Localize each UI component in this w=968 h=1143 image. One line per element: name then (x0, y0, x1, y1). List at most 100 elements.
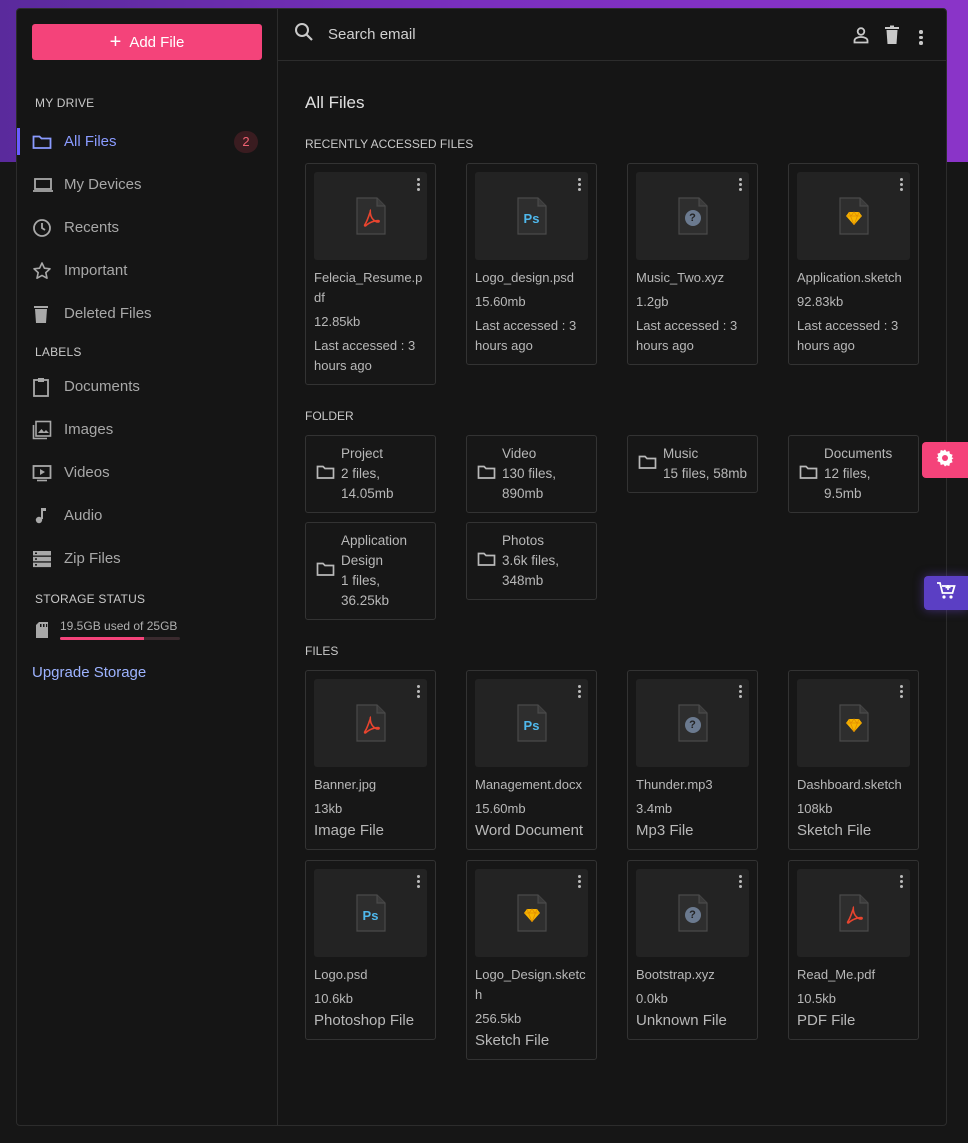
sidebar-item-my-devices[interactable]: My Devices (32, 163, 262, 206)
sidebar-item-all-files[interactable]: All Files 2 (17, 120, 262, 163)
file-size: 15.60mb (475, 801, 526, 816)
plus-icon: + (109, 31, 122, 53)
psd-file-icon: Ps (355, 894, 386, 932)
more-vertical-icon[interactable] (914, 30, 928, 45)
search-input[interactable] (328, 26, 708, 43)
file-card[interactable]: Felecia_Resume.pdf 12.85kb Last accessed :… (305, 163, 436, 385)
folder-icon (799, 464, 818, 485)
file-card[interactable]: ? Bootstrap.xyz 0.0kb Unknown File (627, 860, 758, 1040)
more-vertical-icon[interactable] (898, 176, 904, 193)
storage-heading: STORAGE STATUS (35, 592, 146, 606)
folder-name: Project (341, 446, 384, 461)
more-vertical-icon[interactable] (898, 873, 904, 890)
more-vertical-icon[interactable] (415, 176, 421, 193)
labels-heading: LABELS (35, 345, 82, 359)
sidebar-item-deleted-files[interactable]: Deleted Files (32, 292, 262, 335)
main-panel: All Files RECENTLY ACCESSED FILES Feleci… (278, 9, 946, 1125)
sidebar-item-images[interactable]: Images (32, 408, 262, 451)
files-heading: FILES (305, 644, 339, 658)
sketch-file-icon (838, 197, 869, 235)
more-vertical-icon[interactable] (415, 873, 421, 890)
storage-progress (60, 637, 180, 640)
file-type: Sketch File (797, 822, 872, 839)
file-card[interactable]: Application.sketch 92.83kb Last accessed :… (788, 163, 919, 365)
folder-heading: FOLDER (305, 409, 354, 423)
folder-icon (316, 561, 335, 582)
file-thumbnail (797, 869, 910, 957)
file-type: Image File (314, 822, 385, 839)
file-thumbnail (475, 869, 588, 957)
folder-meta: 130 files, 890mb (502, 466, 557, 501)
more-vertical-icon[interactable] (576, 873, 582, 890)
images-icon (32, 420, 64, 440)
file-card[interactable]: Logo_Design.sketch 256.5kb Sketch File (466, 860, 597, 1060)
laptop-icon (32, 177, 64, 193)
sidebar-item-label: Audio (64, 507, 103, 524)
more-vertical-icon[interactable] (898, 683, 904, 700)
folder-card[interactable]: Music 15 files, 58mb (627, 435, 758, 493)
topbar-actions (852, 25, 928, 50)
clock-icon (32, 218, 64, 238)
file-card[interactable]: Banner.jpg 13kb Image File (305, 670, 436, 850)
folder-icon (477, 551, 496, 572)
file-size: 3.4mb (636, 801, 673, 816)
file-card[interactable]: Ps Management.docx 15.60mb Word Document (466, 670, 597, 850)
sidebar-item-videos[interactable]: Videos (32, 451, 262, 494)
folder-card[interactable]: Video 130 files, 890mb (466, 435, 597, 513)
sidebar-item-recents[interactable]: Recents (32, 206, 262, 249)
file-size: 15.60mb (475, 294, 526, 309)
sidebar-item-documents[interactable]: Documents (32, 365, 262, 408)
pdf-file-icon (838, 894, 869, 932)
more-vertical-icon[interactable] (737, 873, 743, 890)
file-manager-app: + Add File MY DRIVE All Files 2 My Devic… (16, 8, 947, 1126)
file-thumbnail: ? (636, 679, 749, 767)
upgrade-storage-link[interactable]: Upgrade Storage (32, 664, 262, 681)
add-file-button[interactable]: + Add File (32, 24, 262, 60)
sidebar-item-important[interactable]: Important (32, 249, 262, 292)
storage-used-text: 19.5GB used of 25GB (60, 619, 178, 633)
search-icon[interactable] (294, 22, 314, 47)
my-drive-heading: MY DRIVE (35, 96, 95, 110)
sidebar-item-zip-files[interactable]: Zip Files (32, 537, 262, 580)
file-name: Read_Me.pdf (797, 967, 876, 982)
file-name: Music_Two.xyz (636, 270, 725, 285)
storage-progress-fill (60, 637, 144, 640)
file-card[interactable]: Dashboard.sketch 108kb Sketch File (788, 670, 919, 850)
trash-icon[interactable] (883, 25, 901, 50)
more-vertical-icon[interactable] (415, 683, 421, 700)
folder-card[interactable]: Documents 12 files, 9.5mb (788, 435, 919, 513)
folder-card[interactable]: Photos 3.6k files, 348mb (466, 522, 597, 600)
file-name: Bootstrap.xyz (636, 967, 715, 982)
unknown-file-icon: ? (677, 894, 708, 932)
recent-files-grid: Felecia_Resume.pdf 12.85kb Last accessed :… (305, 163, 946, 385)
sidebar-item-label: Deleted Files (64, 305, 152, 322)
user-icon[interactable] (852, 26, 870, 49)
file-type: Mp3 File (636, 822, 694, 839)
file-card[interactable]: ? Music_Two.xyz 1.2gb Last accessed : 3 hou… (627, 163, 758, 365)
file-thumbnail: ? (636, 172, 749, 260)
settings-button[interactable] (922, 442, 968, 478)
more-vertical-icon[interactable] (737, 176, 743, 193)
unknown-file-icon: ? (677, 704, 708, 742)
clipboard-icon (32, 377, 64, 397)
file-type: PDF File (797, 1012, 856, 1029)
folder-card[interactable]: Application Design 1 files, 36.25kb (305, 522, 436, 620)
more-vertical-icon[interactable] (576, 176, 582, 193)
sidebar-item-label: Videos (64, 464, 110, 481)
file-card[interactable]: Ps Logo_design.psd 15.60mb Last accessed : … (466, 163, 597, 365)
folder-card[interactable]: Project 2 files, 14.05mb (305, 435, 436, 513)
sidebar-item-audio[interactable]: Audio (32, 494, 262, 537)
more-vertical-icon[interactable] (576, 683, 582, 700)
sidebar-item-label: My Devices (64, 176, 142, 193)
file-card[interactable]: Read_Me.pdf 10.5kb PDF File (788, 860, 919, 1040)
file-card[interactable]: Ps Logo.psd 10.6kb Photoshop File (305, 860, 436, 1040)
psd-file-icon: Ps (516, 197, 547, 235)
gear-icon (935, 448, 955, 473)
cart-button[interactable] (924, 576, 968, 610)
file-name: Banner.jpg (314, 777, 377, 792)
folder-meta: 12 files, 9.5mb (824, 466, 871, 501)
more-vertical-icon[interactable] (737, 683, 743, 700)
folder-icon (32, 134, 64, 150)
file-card[interactable]: ? Thunder.mp3 3.4mb Mp3 File (627, 670, 758, 850)
folder-icon (638, 454, 657, 475)
